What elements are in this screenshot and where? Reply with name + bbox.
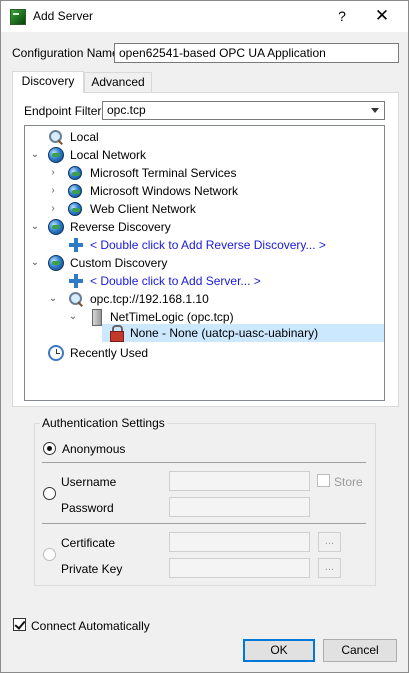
divider <box>42 523 366 524</box>
chevron-down-icon[interactable]: ⌄ <box>48 294 58 304</box>
tree-item-label: Custom Discovery <box>70 256 168 270</box>
certificate-radio[interactable] <box>43 548 56 561</box>
network-globe-icon <box>68 202 82 216</box>
tree-item-label: Microsoft Terminal Services <box>90 166 237 180</box>
tab-advanced[interactable]: Advanced <box>84 72 152 93</box>
network-globe-icon <box>68 166 82 180</box>
cancel-button[interactable]: Cancel <box>323 639 397 662</box>
divider <box>42 462 366 463</box>
title-bar: Add Server ? ✕ <box>1 1 408 32</box>
password-label: Password <box>61 501 114 515</box>
username-label: Username <box>61 475 117 489</box>
plus-icon <box>68 273 84 289</box>
connect-automatically-checkbox[interactable] <box>13 618 26 631</box>
close-button[interactable]: ✕ <box>367 4 397 28</box>
chevron-down-icon[interactable]: ⌄ <box>30 150 40 160</box>
help-button[interactable]: ? <box>327 4 357 28</box>
plus-icon <box>68 237 84 253</box>
endpoint-filter-label: Endpoint Filter: <box>24 104 105 118</box>
lock-icon <box>108 325 124 342</box>
connect-automatically-label: Connect Automatically <box>31 619 150 633</box>
private-key-label: Private Key <box>61 562 123 576</box>
username-radio[interactable] <box>43 487 56 500</box>
anonymous-label: Anonymous <box>62 442 126 456</box>
tree-item-label: < Double click to Add Reverse Discovery.… <box>90 238 326 252</box>
network-globe-icon <box>68 184 82 198</box>
globe-icon <box>48 147 64 163</box>
chevron-right-icon[interactable]: › <box>48 168 58 178</box>
window-title: Add Server <box>33 9 94 23</box>
chevron-down-icon[interactable]: ⌄ <box>30 258 40 268</box>
anonymous-radio[interactable] <box>43 442 56 455</box>
username-input[interactable] <box>169 471 310 491</box>
ok-button[interactable]: OK <box>243 639 315 662</box>
chevron-right-icon[interactable]: › <box>48 204 58 214</box>
chevron-down-icon[interactable]: ⌄ <box>68 312 78 322</box>
tree-item-label: Local Network <box>70 148 147 162</box>
certificate-label: Certificate <box>61 536 116 550</box>
chevron-down-icon <box>371 108 379 113</box>
tab-discovery[interactable]: Discovery <box>12 71 84 93</box>
magnifier-icon <box>48 129 64 145</box>
chevron-right-icon[interactable]: › <box>48 186 58 196</box>
tree-item-label: Local <box>70 130 99 144</box>
magnifier-icon <box>68 291 84 307</box>
chevron-down-icon[interactable]: ⌄ <box>30 222 40 232</box>
auth-settings-title: Authentication Settings <box>40 416 167 430</box>
tree-item-label: Microsoft Windows Network <box>90 184 239 198</box>
server-icon <box>88 309 104 326</box>
endpoint-filter-value: opc.tcp <box>107 103 146 117</box>
clock-icon <box>48 345 64 361</box>
tree-item-label: Recently Used <box>70 346 149 360</box>
tree-item-label: Web Client Network <box>90 202 196 216</box>
private-key-input[interactable] <box>169 558 310 578</box>
certificate-input[interactable] <box>169 532 310 552</box>
tree-item-label: None - None (uatcp-uasc-uabinary) <box>130 326 319 340</box>
globe-icon <box>48 219 64 235</box>
globe-icon <box>48 255 64 271</box>
tree-item-label: opc.tcp://192.168.1.10 <box>90 292 209 306</box>
store-checkbox[interactable] <box>317 474 330 487</box>
config-name-label: Configuration Name <box>12 46 119 60</box>
add-server-dialog: Add Server ? ✕ Configuration Name open62… <box>0 0 409 673</box>
endpoint-filter-select[interactable]: opc.tcp <box>102 101 385 120</box>
app-icon <box>10 9 26 25</box>
tree-item-label: < Double click to Add Server... > <box>90 274 261 288</box>
config-name-input[interactable]: open62541-based OPC UA Application <box>114 43 399 63</box>
private-key-browse-button[interactable]: ... <box>318 558 341 578</box>
store-label: Store <box>334 475 363 489</box>
password-input[interactable] <box>169 497 310 517</box>
tree-item-label: Reverse Discovery <box>70 220 171 234</box>
certificate-browse-button[interactable]: ... <box>318 532 341 552</box>
